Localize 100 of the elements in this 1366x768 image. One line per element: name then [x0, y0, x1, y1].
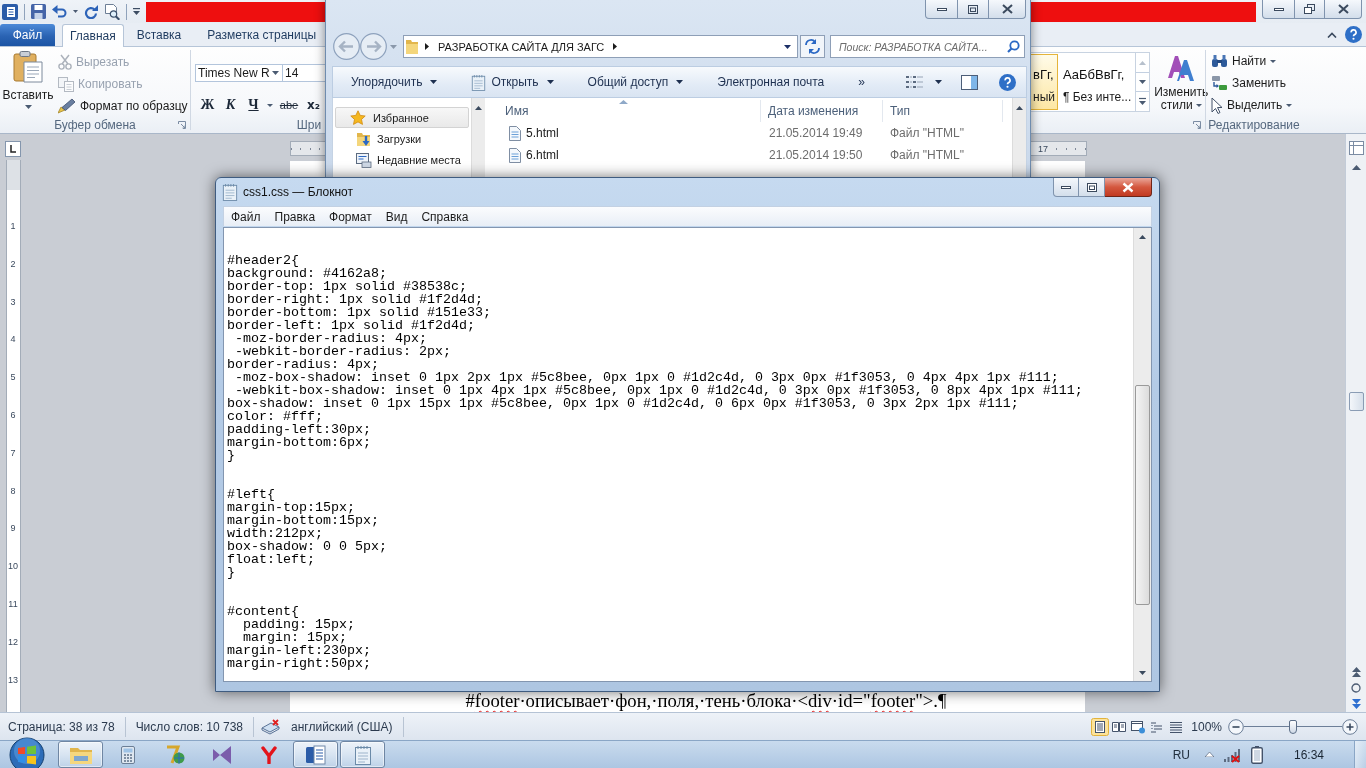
column-header[interactable]: Дата изменения — [761, 100, 883, 122]
strikethrough-button[interactable]: abe — [276, 94, 302, 116]
caret-icon[interactable] — [784, 44, 791, 49]
format-painter-button[interactable]: Формат по образцу — [58, 95, 188, 117]
slider-thumb[interactable] — [1289, 719, 1297, 734]
nav-item[interactable]: Избранное — [335, 107, 469, 128]
redo-icon[interactable] — [84, 4, 98, 19]
zoom-out-icon[interactable] — [1228, 718, 1244, 735]
document-logo-icon[interactable] — [2, 3, 18, 20]
minimize-button[interactable] — [1053, 178, 1079, 197]
scroll-up-icon[interactable] — [1016, 106, 1023, 110]
page-status[interactable]: Страница: 38 из 78 — [0, 719, 125, 734]
language-status[interactable]: английский (США) — [281, 719, 403, 734]
address-field[interactable]: РАЗРАБОТКА САЙТА ДЛЯ ЗАГС — [403, 35, 798, 58]
word-count[interactable]: Число слов: 10 738 — [125, 719, 254, 734]
nav-item[interactable]: Загрузки — [333, 128, 471, 149]
scroll-thumb[interactable] — [1135, 385, 1150, 605]
column-header[interactable]: Имя — [485, 100, 761, 122]
find-button[interactable]: Найти — [1211, 50, 1302, 72]
toolbar-button[interactable]: Электронная почта — [708, 75, 834, 89]
close-button[interactable] — [989, 0, 1026, 19]
select-button[interactable]: Выделить — [1211, 94, 1302, 116]
search-icon[interactable] — [1007, 40, 1020, 53]
notepad-icon[interactable] — [222, 183, 238, 201]
menu-button[interactable]: Упорядочить — [342, 75, 447, 89]
italic-button[interactable]: К — [219, 94, 242, 116]
bold-button[interactable]: Ж — [196, 94, 219, 116]
ribbon-tab[interactable]: Вставка — [123, 24, 195, 46]
minimize-button[interactable] — [1262, 0, 1295, 19]
menu-item[interactable]: Формат — [322, 209, 379, 224]
scroll-down-icon[interactable] — [1139, 671, 1146, 675]
style-tile[interactable]: АаБбВвГг, ¶ Без инте... — [1058, 54, 1135, 110]
caret-icon[interactable] — [73, 10, 78, 13]
browse-object-icon[interactable] — [1351, 683, 1361, 693]
battery-icon[interactable] — [1250, 745, 1263, 764]
replace-button[interactable]: Заменить — [1211, 72, 1302, 94]
view-ruler-icon[interactable] — [1348, 141, 1364, 155]
breadcrumb-arrow-icon[interactable] — [425, 43, 429, 50]
dialog-launcher-icon[interactable] — [178, 121, 186, 129]
file-name[interactable]: 6.html — [526, 148, 559, 162]
help-icon[interactable] — [999, 73, 1016, 91]
menu-button[interactable]: Общий доступ — [578, 75, 693, 89]
close-button[interactable] — [1105, 178, 1152, 197]
network-icon[interactable] — [1222, 746, 1241, 763]
ruler-toggle-icon[interactable] — [5, 141, 21, 157]
menu-item[interactable]: Файл — [224, 209, 268, 224]
taskbar-button[interactable] — [293, 741, 338, 768]
previous-page-icon[interactable] — [1351, 667, 1361, 677]
refresh-icon[interactable] — [800, 35, 825, 58]
zoom-level[interactable]: 100% — [1191, 719, 1222, 734]
underline-button[interactable]: Ч — [242, 94, 265, 116]
column-header[interactable]: Тип — [883, 100, 1003, 122]
next-page-icon[interactable] — [1351, 699, 1361, 709]
scrollbar[interactable] — [1012, 98, 1026, 177]
scroll-up-icon[interactable] — [1139, 235, 1146, 239]
print-layout-icon[interactable] — [1091, 717, 1110, 736]
breadcrumb-arrow-icon[interactable] — [613, 43, 618, 50]
maximize-button[interactable] — [958, 0, 989, 19]
taskbar-button[interactable] — [340, 741, 385, 768]
scrollbar[interactable] — [471, 98, 485, 177]
zoom-in-icon[interactable] — [1342, 718, 1358, 735]
file-tab[interactable]: Файл — [0, 24, 55, 46]
taskbar-button[interactable] — [58, 741, 103, 768]
paste-button[interactable]: Вставить — [0, 47, 56, 117]
maximize-button[interactable] — [1079, 178, 1105, 197]
start-icon[interactable] — [9, 736, 45, 768]
style-tile[interactable]: вГг, ный — [1029, 54, 1058, 110]
change-styles-button[interactable]: Изменить стили — [1152, 52, 1211, 117]
clock[interactable]: 16:34 — [1293, 747, 1324, 762]
scroll-thumb[interactable] — [1348, 392, 1364, 411]
show-hidden-icons-icon[interactable] — [1204, 752, 1214, 757]
ribbon-tab[interactable]: Разметка страницы — [194, 24, 330, 46]
save-icon[interactable] — [31, 4, 46, 19]
toolbar-button[interactable]: » — [849, 75, 874, 89]
breadcrumb-item[interactable]: РАЗРАБОТКА САЙТА ДЛЯ ЗАГС — [438, 40, 605, 53]
restore-button[interactable] — [1295, 0, 1325, 19]
menu-item[interactable]: Правка — [267, 209, 323, 224]
ribbon-tab[interactable]: Главная — [62, 24, 124, 47]
menu-item[interactable]: Справка — [414, 209, 476, 224]
subscript-button[interactable]: x₂ — [302, 94, 325, 116]
print-preview-icon[interactable] — [104, 3, 120, 20]
font-family-field[interactable]: Times New R — [195, 64, 283, 82]
search-field[interactable]: Поиск: РАЗРАБОТКА САЙТА... — [830, 35, 1025, 58]
vertical-scrollbar[interactable] — [1345, 134, 1366, 712]
language-indicator[interactable]: RU — [1172, 747, 1190, 762]
menu-item[interactable]: Вид — [378, 209, 415, 224]
help-icon[interactable] — [1345, 26, 1362, 43]
undo-icon[interactable] — [52, 5, 67, 18]
menu-button[interactable]: Открыть — [462, 73, 563, 91]
font-size-field[interactable]: 14 — [282, 64, 326, 82]
proofing-icon[interactable] — [261, 718, 282, 735]
chevron-up-icon[interactable] — [1327, 31, 1337, 38]
caret-icon[interactable] — [267, 103, 273, 107]
toolbar-menu-icon[interactable] — [133, 8, 140, 15]
nav-item[interactable]: Недавние места — [333, 149, 471, 170]
close-button[interactable] — [1325, 0, 1362, 19]
scrollbar[interactable] — [1133, 228, 1151, 681]
preview-pane-icon[interactable] — [961, 74, 978, 90]
view-options-icon[interactable] — [906, 75, 923, 89]
file-name[interactable]: 5.html — [526, 126, 559, 140]
